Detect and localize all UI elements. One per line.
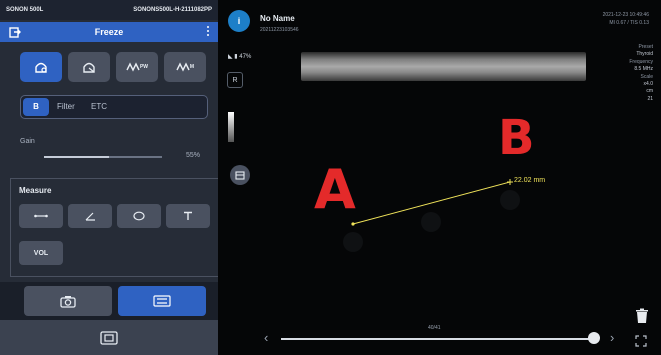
device-title-bar: SONON 500L SONONS500L-H-2111082PP bbox=[0, 0, 218, 20]
measure-panel: Measure VOL bbox=[10, 178, 218, 277]
annotation-letter-b: B bbox=[498, 110, 535, 166]
volume-tool-label: VOL bbox=[33, 249, 49, 257]
trace-icon bbox=[184, 211, 192, 220]
measurement-overlay bbox=[343, 179, 520, 252]
device-serial: SONONS500L-H-2111082PP bbox=[133, 7, 212, 13]
ellipse-tool-button[interactable] bbox=[117, 204, 161, 228]
measurement-value: 22.02 mm bbox=[514, 177, 546, 184]
trace-tool-button[interactable] bbox=[166, 204, 210, 228]
gain-value: 55% bbox=[186, 152, 201, 159]
m-mode-label: M bbox=[189, 64, 195, 70]
bottom-controls bbox=[0, 282, 218, 355]
cine-slider-knob[interactable] bbox=[588, 332, 600, 344]
distance-icon bbox=[34, 214, 48, 218]
angle-icon bbox=[85, 212, 95, 221]
ultrasound-view: i No Name 20211223103546 ◣ ▮ 47% 2021-12… bbox=[218, 0, 661, 355]
measurement-point-a bbox=[351, 222, 355, 226]
echo-shadow bbox=[343, 232, 363, 252]
pw-mode-label: PW bbox=[139, 64, 149, 70]
distance-tool-button[interactable] bbox=[19, 204, 63, 228]
echo-shadow bbox=[500, 190, 520, 210]
freeze-button[interactable]: Freeze bbox=[0, 22, 218, 42]
capture-frame-icon bbox=[100, 330, 118, 345]
camera-icon bbox=[60, 295, 76, 308]
gain-slider[interactable] bbox=[44, 156, 162, 158]
more-menu-icon[interactable] bbox=[207, 26, 210, 38]
color-doppler-button[interactable] bbox=[68, 52, 110, 82]
frame-counter: 40/41 bbox=[428, 325, 441, 331]
angle-tool-button[interactable] bbox=[68, 204, 112, 228]
capture-frame-button[interactable] bbox=[0, 320, 218, 355]
color-doppler-icon bbox=[83, 62, 95, 73]
annotation-letter-a: A bbox=[314, 158, 356, 221]
tab-b[interactable]: B bbox=[23, 98, 49, 116]
gain-slider-fill bbox=[44, 156, 109, 158]
pulse-wave-icon bbox=[126, 62, 140, 72]
m-mode-button[interactable]: M bbox=[164, 52, 206, 82]
volume-tool-button[interactable]: VOL bbox=[19, 241, 63, 265]
screen-swap-button[interactable] bbox=[118, 286, 206, 316]
gain-label: Gain bbox=[20, 138, 35, 145]
screen-swap-icon bbox=[153, 295, 171, 307]
capture-image-button[interactable] bbox=[24, 286, 112, 316]
pw-mode-button[interactable]: PW bbox=[116, 52, 158, 82]
trash-icon[interactable] bbox=[635, 308, 649, 324]
m-mode-wave-icon bbox=[176, 62, 190, 72]
measurement-point-b-cross bbox=[507, 179, 513, 185]
measure-title: Measure bbox=[19, 186, 52, 195]
tab-filter[interactable]: Filter bbox=[57, 102, 75, 111]
image-option-tabs: B Filter ETC bbox=[20, 95, 208, 119]
cine-slider[interactable] bbox=[281, 338, 596, 340]
device-name: SONON 500L bbox=[6, 7, 44, 13]
fullscreen-icon[interactable] bbox=[635, 335, 647, 347]
control-panel: SONON 500L SONONS500L-H-2111082PP Freeze… bbox=[0, 0, 218, 355]
tab-etc[interactable]: ETC bbox=[91, 102, 107, 111]
echo-shadow bbox=[421, 212, 441, 232]
b-mode-probe-icon bbox=[35, 62, 47, 73]
b-mode-button[interactable] bbox=[20, 52, 62, 82]
previous-frame-icon[interactable]: ‹ bbox=[264, 330, 268, 345]
ellipse-icon bbox=[133, 211, 145, 221]
next-frame-icon[interactable]: › bbox=[610, 330, 614, 345]
freeze-label: Freeze bbox=[94, 27, 124, 37]
